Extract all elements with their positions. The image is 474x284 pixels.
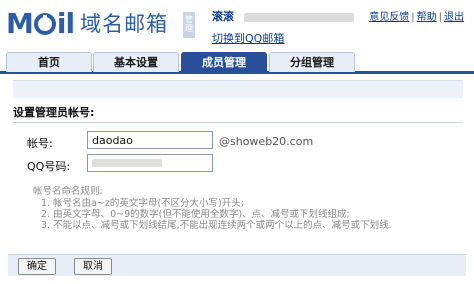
logo[interactable]: Mil 域名邮箱: [6, 6, 168, 42]
domain-suffix: @showeb20.com: [219, 135, 314, 148]
tab-basic-settings[interactable]: 基本设置: [93, 52, 179, 72]
confirm-button[interactable]: 确定: [18, 258, 56, 275]
feedback-link[interactable]: 意见反馈: [369, 12, 409, 23]
logo-title: 域名邮箱: [80, 12, 169, 36]
logo-envelope-icon: [33, 13, 56, 35]
main-content: 设置管理员帐号: 帐号: @showeb20.com QQ号码: 帐号名命名规则…: [13, 80, 463, 252]
qq-number-label: QQ号码:: [27, 160, 71, 173]
tab-home[interactable]: 首页: [6, 52, 92, 72]
logo-badge: 管理: [183, 12, 195, 38]
rules-heading: 帐号名命名规则:: [33, 186, 103, 197]
rule-item-3: 3. 不能以点、减号或下划线结尾,不能出现连续两个或两个以上的点、减号或下划线.: [41, 220, 392, 231]
account-input[interactable]: [87, 131, 213, 149]
qq-number-input[interactable]: [87, 154, 213, 172]
tab-bar: 首页 基本设置 成员管理 分组管理: [0, 52, 474, 74]
section-divider: [13, 122, 463, 123]
cancel-button[interactable]: 取消: [74, 258, 112, 275]
help-link[interactable]: 帮助: [417, 12, 437, 23]
user-block: 滚滚 切换到QQ邮箱: [212, 8, 354, 46]
top-links: 意见反馈 | 帮助 | 退出: [369, 12, 464, 23]
tab-group-management[interactable]: 分组管理: [269, 52, 355, 72]
section-bar: [13, 80, 463, 98]
rule-item-1: 1. 帐号名由a~z的英文字母(不区分大小写)开头;: [41, 198, 244, 209]
user-name: 滚滚: [212, 10, 234, 23]
logout-link[interactable]: 退出: [444, 12, 464, 23]
user-email-redacted: [243, 12, 354, 22]
naming-rules: 帐号名命名规则: 1. 帐号名由a~z的英文字母(不区分大小写)开头; 2. 由…: [33, 186, 392, 231]
logo-mail-text: Mil: [6, 7, 75, 40]
section-title: 设置管理员帐号:: [13, 106, 95, 119]
qq-number-redacted: [92, 159, 162, 167]
switch-to-qq-mail-link[interactable]: 切换到QQ邮箱: [212, 30, 354, 46]
tab-member-management[interactable]: 成员管理: [181, 52, 267, 74]
action-bar: 确定 取消: [8, 254, 466, 276]
rule-item-2: 2. 由英文字母、0~9的数字(但不能使用全数字)、点、减号或下划线组成;: [41, 209, 350, 220]
account-label: 帐号:: [27, 137, 53, 150]
header: Mil 域名邮箱 管理 滚滚 切换到QQ邮箱 意见反馈 | 帮助 | 退出: [0, 0, 474, 50]
